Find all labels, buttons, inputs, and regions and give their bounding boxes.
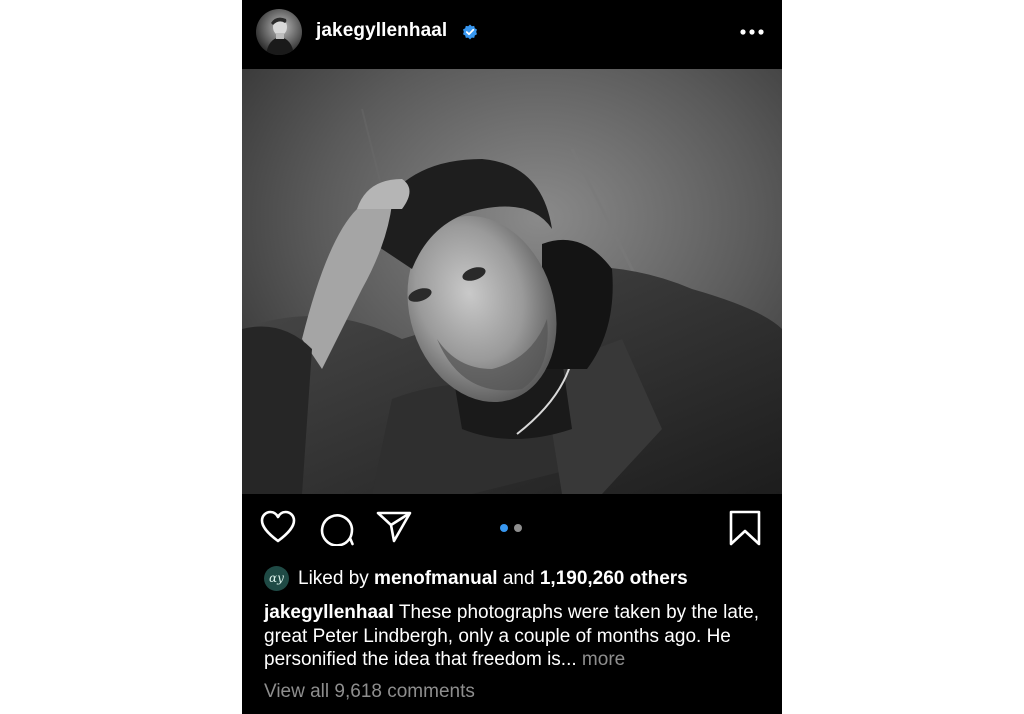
comment-icon[interactable]	[319, 510, 355, 547]
instagram-post: jakegyllenhaal ɑy Liked by menofmanual a…	[242, 0, 782, 714]
view-all-comments-link[interactable]: View all 9,618 comments	[264, 681, 475, 703]
carousel-dot-inactive	[514, 524, 522, 532]
likes-count[interactable]: 1,190,260 others	[540, 568, 688, 589]
post-caption: jakegyllenhaal These photographs were ta…	[264, 601, 770, 672]
post-username[interactable]: jakegyllenhaal	[316, 20, 447, 42]
profile-avatar[interactable]	[256, 9, 302, 55]
more-options-icon[interactable]	[739, 22, 765, 42]
caption-author[interactable]: jakegyllenhaal	[264, 602, 394, 623]
carousel-indicator	[500, 524, 524, 534]
caption-more-link[interactable]: more	[577, 649, 625, 670]
bookmark-icon[interactable]	[728, 510, 762, 546]
liker-username[interactable]: menofmanual	[374, 568, 498, 589]
heart-icon[interactable]	[260, 510, 296, 544]
liker-avatar[interactable]: ɑy	[264, 566, 289, 591]
post-header: jakegyllenhaal	[242, 0, 782, 68]
post-actions	[242, 494, 782, 558]
share-icon[interactable]	[376, 511, 412, 543]
verified-badge-icon	[462, 24, 478, 40]
likes-middle: and	[497, 568, 540, 589]
likes-summary[interactable]: Liked by menofmanual and 1,190,260 other…	[298, 568, 688, 590]
likes-prefix: Liked by	[298, 568, 375, 589]
post-photo[interactable]	[242, 69, 782, 494]
carousel-dot-active	[500, 524, 508, 532]
